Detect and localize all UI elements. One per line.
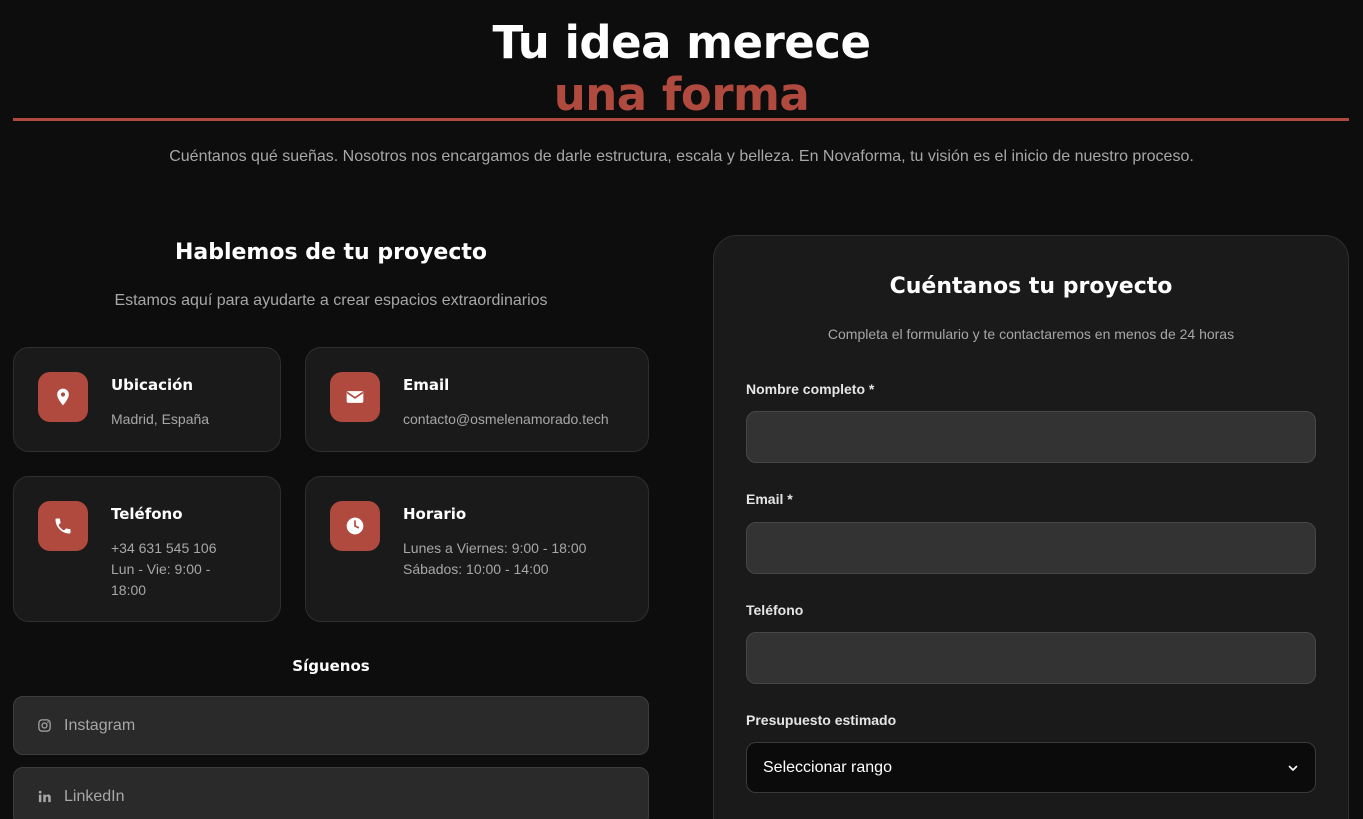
contact-section-subtitle: Estamos aquí para ayudarte a crear espac… <box>114 292 548 309</box>
name-label: Nombre completo * <box>746 381 875 397</box>
form-title: Cuéntanos tu proyecto <box>889 274 1173 299</box>
email-link[interactable]: contacto@osmelenamorado.tech <box>403 409 609 430</box>
instagram-icon <box>38 719 51 732</box>
budget-select[interactable]: Seleccionar rango <box>746 742 1316 793</box>
email-field[interactable] <box>746 522 1316 574</box>
form-subtitle: Completa el formulario y te contactaremo… <box>827 326 1235 342</box>
location-pin-icon <box>38 372 88 422</box>
phone-icon <box>38 501 88 551</box>
contact-card-email: Email contacto@osmelenamorado.tech <box>305 347 649 452</box>
phone-field[interactable] <box>746 632 1316 684</box>
card-title: Horario <box>403 505 467 523</box>
card-line: Lunes a Viernes: 9:00 - 18:00 <box>403 540 587 556</box>
phone-label: Teléfono <box>746 602 804 618</box>
hero-subtitle: Cuéntanos qué sueñas. Nosotros nos encar… <box>169 148 1194 165</box>
contact-card-phone: Teléfono +34 631 545 106 Lun - Vie: 9:00… <box>13 476 281 622</box>
card-title: Teléfono <box>111 505 183 523</box>
contact-card-hours: Horario Lunes a Viernes: 9:00 - 18:00 Sá… <box>305 476 649 622</box>
card-line: Madrid, España <box>111 411 210 427</box>
budget-label: Presupuesto estimado <box>746 712 897 728</box>
social-label: LinkedIn <box>64 787 125 805</box>
hero-title-accent: una forma <box>553 68 810 121</box>
card-line: Sábados: 10:00 - 14:00 <box>403 561 549 577</box>
phone-link[interactable]: +34 631 545 106 <box>111 538 217 559</box>
hero-title: Tu idea merece <box>492 16 871 69</box>
linkedin-icon <box>38 790 51 803</box>
contact-card-location: Ubicación Madrid, España <box>13 347 281 452</box>
card-title: Ubicación <box>111 376 194 394</box>
budget-selected-value: Seleccionar rango <box>763 758 892 776</box>
card-title: Email <box>403 376 450 394</box>
clock-icon <box>330 501 380 551</box>
email-label: Email * <box>746 491 793 507</box>
envelope-icon <box>330 372 380 422</box>
social-link-linkedin[interactable]: LinkedIn <box>13 767 649 819</box>
card-line: Lun - Vie: 9:00 - <box>111 561 211 577</box>
follow-title: Síguenos <box>292 657 370 675</box>
project-form: Cuéntanos tu proyecto Completa el formul… <box>713 235 1349 819</box>
social-label: Instagram <box>64 716 136 734</box>
card-line: 18:00 <box>111 582 147 598</box>
social-link-instagram[interactable]: Instagram <box>13 696 649 755</box>
chevron-down-icon <box>1288 765 1298 771</box>
hero-divider <box>13 118 1349 121</box>
contact-section-title: Hablemos de tu proyecto <box>174 240 488 265</box>
name-field[interactable] <box>746 411 1316 463</box>
